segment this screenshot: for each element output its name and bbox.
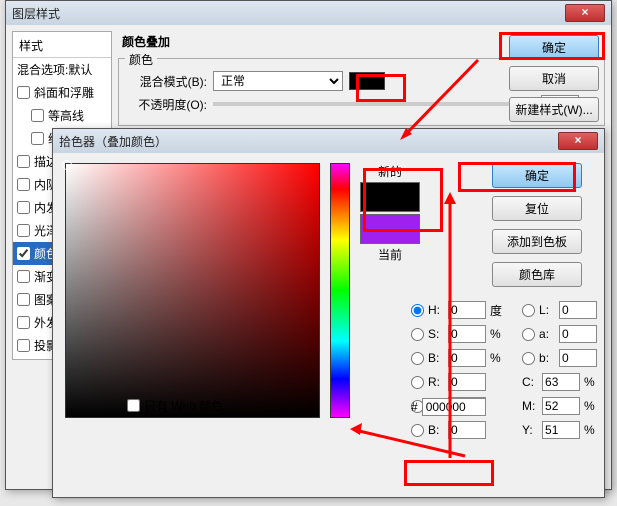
hue-slider[interactable] <box>330 163 350 418</box>
new-color-preview <box>360 182 420 212</box>
l-input[interactable] <box>559 301 597 319</box>
s-radio[interactable] <box>411 328 424 341</box>
layer-style-titlebar[interactable]: 图层样式 × <box>6 1 611 25</box>
new-color-label: 新的 <box>378 163 402 180</box>
color-field[interactable] <box>65 163 320 418</box>
styles-header[interactable]: 样式 <box>13 34 111 58</box>
y-input[interactable] <box>542 421 580 439</box>
current-color-preview[interactable] <box>360 214 420 244</box>
color-group-legend: 颜色 <box>125 51 157 68</box>
ok-button[interactable]: 确定 <box>509 35 599 60</box>
web-only-label: 只有 Web 颜色 <box>144 397 223 414</box>
style-check[interactable] <box>31 109 44 122</box>
b-radio-lab[interactable] <box>522 352 535 365</box>
style-check[interactable] <box>17 224 30 237</box>
h-input[interactable] <box>448 301 486 319</box>
picker-ok-button[interactable]: 确定 <box>492 163 582 188</box>
close-icon[interactable]: × <box>565 4 605 22</box>
blend-mode-select[interactable]: 正常 <box>213 71 343 91</box>
style-check[interactable] <box>17 270 30 283</box>
add-swatch-button[interactable]: 添加到色板 <box>492 229 582 254</box>
style-item: 等高线 <box>13 104 111 127</box>
color-values: H:度 L: S:% a: B:% b: R: C:% G: M:% B: Y:… <box>411 301 597 439</box>
opacity-slider[interactable] <box>213 102 535 106</box>
b-radio-hsb[interactable] <box>411 352 424 365</box>
layer-style-title: 图层样式 <box>12 5 60 22</box>
b-lab-input[interactable] <box>559 349 597 367</box>
style-check[interactable] <box>31 132 44 145</box>
r-radio[interactable] <box>411 376 424 389</box>
style-check[interactable] <box>17 316 30 329</box>
blend-mode-label: 混合模式(B): <box>127 73 207 90</box>
color-swatch[interactable] <box>349 72 385 90</box>
color-libraries-button[interactable]: 颜色库 <box>492 262 582 287</box>
style-check[interactable] <box>17 178 30 191</box>
style-check[interactable] <box>17 155 30 168</box>
color-picker-dialog: 拾色器（叠加颜色） × 新的 当前 确定 复位 添加到色板 颜色库 H:度 L:… <box>52 128 605 498</box>
b-rgb-input[interactable] <box>448 421 486 439</box>
a-input[interactable] <box>559 325 597 343</box>
opacity-label: 不透明度(O): <box>127 96 207 113</box>
web-only-check[interactable] <box>127 399 140 412</box>
style-check[interactable] <box>17 201 30 214</box>
style-item: 斜面和浮雕 <box>13 81 111 104</box>
hex-label: # <box>411 400 418 414</box>
h-radio[interactable] <box>411 304 424 317</box>
hex-input[interactable] <box>422 398 486 416</box>
picker-reset-button[interactable]: 复位 <box>492 196 582 221</box>
picker-titlebar[interactable]: 拾色器（叠加颜色） × <box>53 129 604 153</box>
picker-title: 拾色器（叠加颜色） <box>59 133 167 150</box>
c-input[interactable] <box>542 373 580 391</box>
cancel-button[interactable]: 取消 <box>509 66 599 91</box>
color-cursor-icon <box>62 160 72 170</box>
current-color-label: 当前 <box>378 246 402 263</box>
b-radio-rgb[interactable] <box>411 424 424 437</box>
style-item: 混合选项:默认 <box>13 58 111 81</box>
l-radio[interactable] <box>522 304 535 317</box>
new-style-button[interactable]: 新建样式(W)... <box>509 97 599 122</box>
style-check[interactable] <box>17 293 30 306</box>
b-hsb-input[interactable] <box>448 349 486 367</box>
close-icon[interactable]: × <box>558 132 598 150</box>
style-check[interactable] <box>17 247 30 260</box>
style-check[interactable] <box>17 339 30 352</box>
a-radio[interactable] <box>522 328 535 341</box>
m-input[interactable] <box>542 397 580 415</box>
s-input[interactable] <box>448 325 486 343</box>
style-check[interactable] <box>17 86 30 99</box>
r-input[interactable] <box>448 373 486 391</box>
